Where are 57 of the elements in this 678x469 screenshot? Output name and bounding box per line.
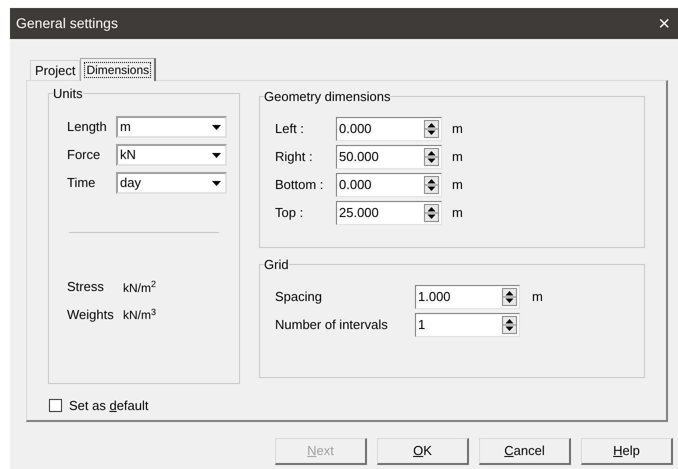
unit-label: m bbox=[452, 176, 463, 194]
number-field[interactable]: 50.000 bbox=[336, 145, 442, 169]
tab[interactable]: Project bbox=[30, 60, 80, 80]
field-value: 50.000 bbox=[339, 148, 380, 166]
dropdown[interactable]: m bbox=[116, 116, 227, 138]
field-label: Spacing bbox=[275, 288, 323, 306]
unit-label: Stress bbox=[67, 278, 105, 296]
number-field[interactable]: 0.000 bbox=[336, 173, 442, 197]
spinner-arrows-icon[interactable] bbox=[502, 316, 517, 334]
dialog-button[interactable]: OK bbox=[377, 438, 469, 465]
spinner-arrows-icon[interactable] bbox=[502, 288, 517, 306]
number-field[interactable]: 25.000 bbox=[336, 201, 442, 225]
dropdown[interactable]: day bbox=[116, 172, 227, 194]
dialog-button[interactable]: Help bbox=[581, 438, 673, 465]
field-value: 0.000 bbox=[339, 120, 373, 138]
spinner-arrows-icon[interactable] bbox=[424, 148, 439, 166]
spinner-arrows-icon[interactable] bbox=[424, 204, 439, 222]
spinner-arrows-icon[interactable] bbox=[424, 120, 439, 138]
dropdown-value: kN bbox=[120, 146, 136, 164]
field-label: Left : bbox=[275, 120, 305, 138]
unit-label: m bbox=[452, 120, 463, 138]
field-value: 25.000 bbox=[339, 204, 380, 222]
field-value: 1 bbox=[418, 316, 426, 334]
caret-icon bbox=[212, 152, 221, 158]
close-button[interactable]: × bbox=[658, 14, 672, 34]
unit-value: kN/m$^{2}$ bbox=[123, 278, 156, 296]
group-title: Geometry dimensions bbox=[264, 90, 390, 103]
caret-icon bbox=[212, 180, 221, 186]
unit-label: m bbox=[452, 148, 463, 166]
unit-label: m bbox=[452, 204, 463, 222]
field-label: Bottom : bbox=[275, 176, 324, 194]
field-value: 1.000 bbox=[418, 288, 452, 306]
field-label: Top : bbox=[275, 204, 304, 222]
number-field[interactable]: 1 bbox=[415, 313, 520, 337]
field-label: Force bbox=[67, 146, 102, 164]
checkbox[interactable] bbox=[49, 399, 62, 412]
dropdown[interactable]: kN bbox=[116, 144, 227, 166]
dropdown-value: m bbox=[120, 118, 131, 136]
field-label: Length bbox=[67, 118, 108, 136]
dialog-button[interactable]: Cancel bbox=[479, 438, 571, 465]
number-field[interactable]: 1.000 bbox=[415, 285, 520, 309]
caret-icon bbox=[212, 124, 221, 130]
unit-label: Weights bbox=[67, 306, 115, 324]
number-field[interactable]: 0.000 bbox=[336, 117, 442, 141]
unit-value: kN/m$^{3}$ bbox=[123, 306, 156, 324]
group-title: Units bbox=[53, 87, 83, 100]
field-label: Number of intervals bbox=[275, 316, 389, 334]
field-label: Time bbox=[67, 174, 96, 192]
field-label: Right : bbox=[275, 148, 314, 166]
window-title: General settings bbox=[16, 14, 118, 33]
dropdown-value: day bbox=[120, 174, 141, 192]
checkbox-label: Set as default bbox=[69, 397, 149, 415]
spinner-arrows-icon[interactable] bbox=[424, 176, 439, 194]
field-value: 0.000 bbox=[339, 176, 373, 194]
group-title: Grid bbox=[264, 258, 289, 271]
tab[interactable]: Dimensions bbox=[80, 58, 156, 81]
unit-label: m bbox=[532, 288, 543, 306]
